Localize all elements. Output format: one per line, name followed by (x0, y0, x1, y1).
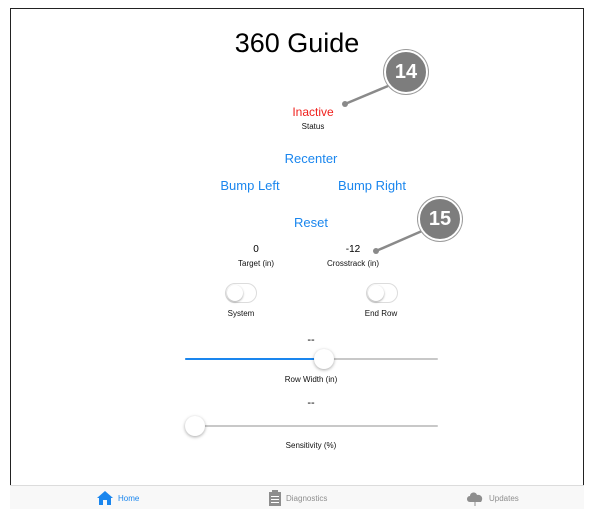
tab-diagnostics[interactable]: Diagnostics (268, 490, 327, 506)
callout-badge-15: 15 (418, 197, 462, 241)
tab-bar: Home Diagnostics Updates (10, 485, 584, 509)
callout-badge-14: 14 (384, 50, 428, 94)
bump-left-button[interactable]: Bump Left (220, 178, 279, 193)
status-label: Status (301, 122, 325, 131)
crosstrack-label: Crosstrack (in) (326, 259, 380, 268)
sensitivity-label: Sensitivity (%) (285, 441, 337, 450)
toggle-knob (368, 285, 384, 301)
row-width-slider[interactable] (185, 348, 438, 370)
tab-label: Updates (489, 493, 519, 503)
end-row-label: End Row (364, 309, 398, 318)
tab-label: Home (118, 493, 140, 503)
bump-right-button[interactable]: Bump Right (338, 178, 406, 193)
recenter-button[interactable]: Recenter (285, 151, 338, 166)
tab-label: Diagnostics (286, 493, 328, 503)
target-value: 0 (253, 244, 259, 255)
cloud-download-icon (467, 492, 483, 506)
sensitivity-slider[interactable] (185, 415, 438, 437)
tab-home[interactable]: Home (96, 490, 139, 506)
system-label: System (227, 309, 255, 318)
system-toggle[interactable] (225, 283, 257, 303)
end-row-toggle[interactable] (366, 283, 398, 303)
page-title: 360 Guide (234, 28, 360, 58)
slider-track (185, 425, 438, 427)
row-width-label: Row Width (in) (284, 375, 338, 384)
toggle-knob (227, 285, 243, 301)
status-value: Inactive (292, 105, 334, 119)
row-width-value: -- (307, 334, 315, 346)
crosstrack-value: -12 (345, 244, 361, 255)
home-icon (97, 491, 113, 505)
slider-thumb[interactable] (314, 349, 335, 369)
reset-button[interactable]: Reset (294, 215, 328, 230)
target-label: Target (in) (237, 259, 275, 268)
tab-updates[interactable]: Updates (465, 490, 519, 506)
sensitivity-value: -- (307, 397, 315, 409)
slider-fill (185, 358, 325, 360)
slider-thumb[interactable] (185, 416, 205, 436)
clipboard-icon (269, 490, 281, 506)
